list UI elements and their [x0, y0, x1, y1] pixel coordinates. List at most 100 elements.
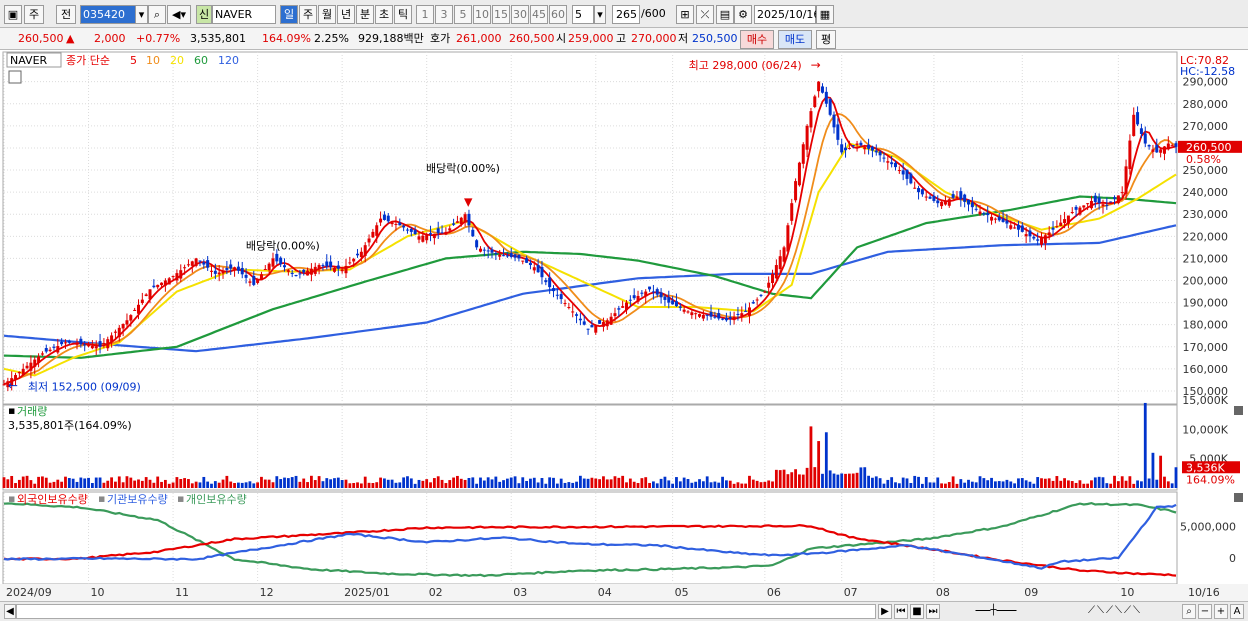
- calendar-icon[interactable]: ▦: [816, 5, 834, 24]
- tab-3[interactable]: 년: [337, 5, 355, 24]
- count-input[interactable]: 265: [612, 5, 640, 24]
- forward-icon[interactable]: ⏭: [926, 604, 940, 619]
- volume-bar: [955, 483, 959, 488]
- volume-bar: [648, 482, 651, 488]
- candle-body: [229, 264, 233, 269]
- chart-scrollbar[interactable]: [16, 604, 876, 619]
- candle-body: [317, 265, 321, 269]
- tab-1[interactable]: 주: [299, 5, 317, 24]
- interval-1[interactable]: 1: [416, 5, 434, 24]
- stock-name-field[interactable]: NAVER: [212, 5, 276, 24]
- interval-input[interactable]: 5: [572, 5, 594, 24]
- candle-body: [210, 270, 214, 272]
- price-tick-label: 210,000: [1183, 252, 1229, 265]
- scroll-left-arrow[interactable]: ◀: [4, 604, 16, 619]
- period-code-select[interactable]: 주: [24, 5, 44, 24]
- candle-body: [90, 345, 94, 349]
- tab-6[interactable]: 틱: [394, 5, 412, 24]
- holdings-legend-2: 개인보유수량: [186, 493, 247, 506]
- x-tick-label: 10/16: [1188, 586, 1220, 599]
- candle-body: [1055, 226, 1059, 228]
- candle-body: [909, 173, 913, 184]
- candle-body: [290, 272, 294, 274]
- sell-button[interactable]: 매도: [778, 30, 812, 49]
- candle-body: [348, 262, 352, 264]
- candle-body: [828, 99, 832, 115]
- tool-icon[interactable]: ⤫: [696, 5, 714, 24]
- interval-5[interactable]: 5: [454, 5, 472, 24]
- prev-button[interactable]: 전: [56, 5, 76, 24]
- interval-10[interactable]: 10: [473, 5, 491, 24]
- x-tick-label: 10: [1120, 586, 1134, 599]
- layout-icon[interactable]: ▣: [4, 5, 22, 24]
- interval-30[interactable]: 30: [511, 5, 529, 24]
- x-tick-label: 10: [91, 586, 105, 599]
- interval-45[interactable]: 45: [530, 5, 548, 24]
- volume-bar: [125, 476, 129, 488]
- candle-body: [375, 225, 379, 236]
- price-tick-label: 200,000: [1183, 274, 1229, 287]
- candle-body: [813, 96, 817, 107]
- candle-body: [1078, 207, 1082, 215]
- tab-0[interactable]: 일: [280, 5, 298, 24]
- candle-body: [963, 194, 967, 202]
- candle-body: [517, 254, 521, 259]
- interval-dropdown-icon[interactable]: ▾: [594, 5, 606, 24]
- stock-code-input[interactable]: 035420: [80, 5, 136, 24]
- candle-body: [144, 294, 148, 296]
- candle-body: [548, 277, 552, 288]
- tab-5[interactable]: 초: [375, 5, 393, 24]
- volume-bar: [413, 483, 417, 488]
- zoom-slider[interactable]: ⎯⎯⎯┼⎯⎯⎯⎯: [946, 604, 1046, 619]
- volume-bar: [894, 482, 897, 488]
- volume-bar: [17, 479, 21, 488]
- candle-body: [409, 228, 413, 232]
- gear-icon[interactable]: ⚙: [734, 5, 752, 24]
- chart-type-icon[interactable]: ⊞: [676, 5, 694, 24]
- candle-body: [1101, 204, 1105, 206]
- evaluate-button[interactable]: 평: [816, 30, 836, 49]
- volume-bar: [217, 482, 221, 488]
- save-icon[interactable]: ▤: [716, 5, 734, 24]
- candle-body: [206, 260, 210, 268]
- candle-body: [1020, 225, 1024, 232]
- volume-bar: [863, 467, 867, 488]
- font-size-icon[interactable]: A: [1230, 604, 1244, 619]
- candle-body: [367, 238, 371, 243]
- stop-icon[interactable]: ■: [910, 604, 924, 619]
- volume-bar: [383, 478, 386, 488]
- search-icon[interactable]: ⌕: [148, 5, 166, 24]
- candle-body: [993, 218, 997, 220]
- buy-button[interactable]: 매수: [740, 30, 774, 49]
- volume-bar: [897, 483, 901, 488]
- tab-2[interactable]: 월: [318, 5, 336, 24]
- drawing-tool-icons[interactable]: ⟋⟍⟋⟍⟋⟍: [1050, 604, 1180, 619]
- candle-body: [913, 187, 917, 189]
- minus-icon[interactable]: −: [1198, 604, 1212, 619]
- scroll-right-arrow[interactable]: ▶: [878, 604, 892, 619]
- interval-15[interactable]: 15: [492, 5, 510, 24]
- candle-body: [160, 282, 164, 286]
- volume-bar: [767, 480, 771, 488]
- rewind-icon[interactable]: ⏮: [894, 604, 908, 619]
- volume-bar: [1043, 478, 1047, 488]
- candle-body: [594, 325, 598, 333]
- candle-body: [513, 254, 517, 258]
- candle-body: [555, 294, 559, 296]
- zoom-icon[interactable]: ⌕: [1182, 604, 1196, 619]
- speaker-icon[interactable]: ◀▾: [167, 5, 191, 24]
- plus-icon[interactable]: +: [1214, 604, 1228, 619]
- stock-chart[interactable]: 290,000280,000270,000260,000250,000240,0…: [0, 50, 1248, 601]
- x-tick-label: 02: [429, 586, 443, 599]
- volume-bar: [41, 476, 44, 488]
- interval-60[interactable]: 60: [549, 5, 567, 24]
- candle-body: [755, 299, 759, 301]
- volume-bar: [190, 483, 194, 488]
- stock-code-dropdown-icon[interactable]: ▾: [136, 5, 148, 24]
- date-input[interactable]: 2025/10/16: [754, 5, 820, 24]
- hc-label: HC:-12.58: [1180, 65, 1235, 78]
- interval-3[interactable]: 3: [435, 5, 453, 24]
- candle-body: [190, 261, 194, 266]
- tab-4[interactable]: 분: [356, 5, 374, 24]
- volume-bar: [678, 481, 682, 488]
